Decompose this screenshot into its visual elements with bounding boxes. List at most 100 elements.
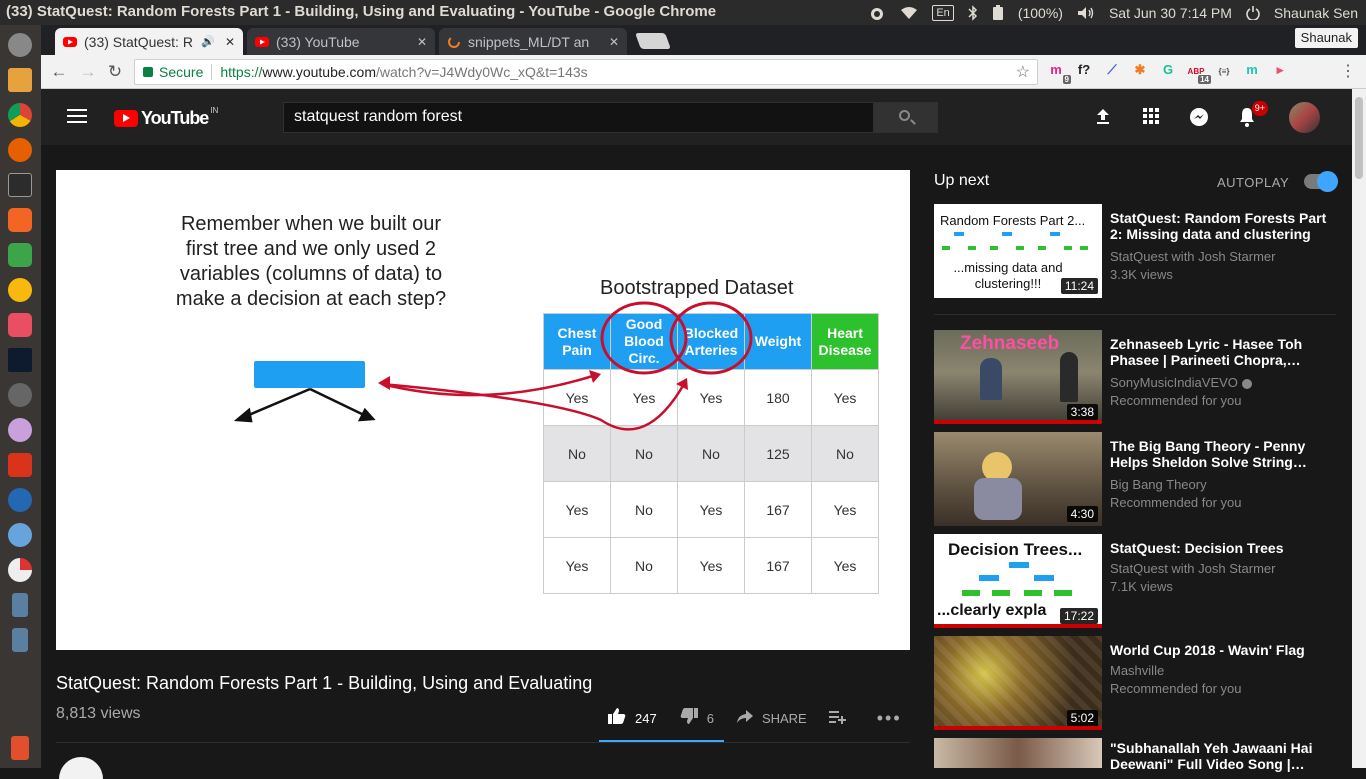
mercury-extension-icon[interactable]: m bbox=[1243, 61, 1261, 79]
software-center-icon[interactable] bbox=[8, 208, 32, 232]
tab-youtube[interactable]: (33) YouTube ✕ bbox=[247, 28, 435, 55]
youtube-play-logo-icon bbox=[114, 110, 138, 127]
scrollbar-thumb[interactable] bbox=[1355, 97, 1363, 179]
profile-button[interactable]: Shaunak bbox=[1294, 28, 1358, 48]
files-icon[interactable] bbox=[8, 68, 32, 92]
webstorm-icon[interactable] bbox=[8, 348, 32, 372]
video-player[interactable]: Remember when we built our first tree an… bbox=[56, 170, 910, 650]
screen-recorder-icon[interactable] bbox=[8, 313, 32, 337]
search-button[interactable] bbox=[874, 102, 938, 133]
new-tab-button[interactable] bbox=[635, 33, 671, 49]
bug-tracker-icon[interactable] bbox=[8, 453, 32, 477]
video-thumbnail[interactable]: Zehnaseeb 3:38 bbox=[934, 330, 1102, 424]
recommended-video[interactable]: "Subhanallah Yeh Jawaani Hai Deewani" Fu… bbox=[934, 738, 1344, 772]
menu-icon[interactable] bbox=[67, 109, 87, 123]
atom-icon[interactable] bbox=[8, 418, 32, 442]
pushbullet-extension-icon[interactable]: ▸ bbox=[1271, 61, 1289, 79]
recommended-video[interactable]: 5:02 World Cup 2018 - Wavin' Flag Mashvi… bbox=[934, 636, 1344, 730]
apps-grid-icon[interactable] bbox=[1140, 107, 1162, 129]
video-thumbnail[interactable] bbox=[934, 738, 1102, 768]
youtube-logo[interactable]: YouTube IN bbox=[114, 106, 218, 129]
more-actions-button[interactable]: ••• bbox=[877, 708, 910, 729]
autoplay-toggle-knob[interactable] bbox=[1317, 171, 1338, 192]
recommended-title[interactable]: "Subhanallah Yeh Jawaani Hai Deewani" Fu… bbox=[1110, 740, 1335, 772]
chrome-icon[interactable] bbox=[8, 103, 32, 127]
tab-statquest[interactable]: (33) StatQuest: R 🔊 ✕ bbox=[55, 28, 243, 55]
adblock-extension-icon[interactable]: ABP 14 bbox=[1187, 61, 1211, 84]
recommended-title[interactable]: StatQuest: Decision Trees bbox=[1110, 540, 1335, 556]
recommended-channel[interactable]: Mashville bbox=[1110, 662, 1164, 680]
video-thumbnail[interactable]: 5:02 bbox=[934, 636, 1102, 730]
cloud-sync-icon[interactable] bbox=[868, 6, 886, 20]
search-input[interactable]: statquest random forest bbox=[283, 102, 874, 133]
recommended-channel[interactable]: StatQuest with Josh Starmer bbox=[1110, 248, 1275, 266]
wifi-icon[interactable] bbox=[900, 6, 918, 20]
tab-snippets[interactable]: snippets_ML/DT an ✕ bbox=[439, 28, 627, 55]
settings-toggle-icon[interactable] bbox=[8, 243, 32, 267]
recommended-title[interactable]: StatQuest: Random Forests Part 2: Missin… bbox=[1110, 210, 1335, 242]
devtools-extension-icon[interactable]: ⟋ bbox=[1103, 61, 1121, 79]
bluetooth-icon[interactable] bbox=[968, 4, 978, 21]
volume-icon[interactable] bbox=[1077, 6, 1095, 20]
chrome-menu-icon[interactable]: ⋮ bbox=[1340, 61, 1356, 81]
forward-arrow-icon[interactable]: → bbox=[78, 62, 98, 82]
upload-icon[interactable] bbox=[1092, 107, 1114, 129]
youtube-wordmark: YouTube bbox=[141, 108, 209, 128]
firefox-icon[interactable] bbox=[8, 138, 32, 162]
video-thumbnail[interactable]: Decision Trees... ...clearly expla 17:22 bbox=[934, 534, 1102, 628]
dash-home-icon[interactable] bbox=[8, 33, 32, 57]
usb-drive-2-icon[interactable] bbox=[12, 628, 28, 652]
account-avatar[interactable] bbox=[1289, 102, 1320, 133]
reload-icon[interactable]: ↻ bbox=[105, 62, 125, 82]
share-label: SHARE bbox=[761, 711, 807, 726]
disk-usage-icon[interactable] bbox=[8, 558, 32, 582]
recommended-video[interactable]: Random Forests Part 2... ...missing data… bbox=[934, 204, 1344, 298]
page-scrollbar[interactable] bbox=[1352, 89, 1366, 768]
recommended-video[interactable]: Decision Trees... ...clearly expla 17:22… bbox=[934, 534, 1344, 628]
recommended-video[interactable]: 4:30 The Big Bang Theory - Penny Helps S… bbox=[934, 432, 1344, 526]
notifications-bell-icon[interactable]: 9+ bbox=[1236, 101, 1268, 129]
weather-icon[interactable] bbox=[8, 523, 32, 547]
database-icon[interactable] bbox=[8, 383, 32, 407]
channel-avatar[interactable] bbox=[59, 757, 103, 779]
tree-root-node bbox=[254, 361, 365, 388]
table-cell: No bbox=[677, 425, 745, 482]
close-tab-icon[interactable]: ✕ bbox=[219, 35, 235, 49]
m-extension-icon[interactable]: m9 bbox=[1047, 61, 1071, 84]
grammarly-extension-icon[interactable]: G bbox=[1159, 61, 1177, 79]
back-arrow-icon[interactable]: ← bbox=[49, 62, 69, 82]
json-extension-icon[interactable]: {≡} bbox=[1215, 61, 1233, 79]
dislike-button[interactable]: 6 bbox=[679, 707, 714, 730]
keyboard-layout-indicator[interactable]: En bbox=[932, 4, 954, 21]
trash-icon[interactable] bbox=[11, 736, 29, 760]
recommended-title[interactable]: The Big Bang Theory - Penny Helps Sheldo… bbox=[1110, 438, 1335, 470]
close-tab-icon[interactable]: ✕ bbox=[603, 35, 619, 49]
r-language-icon[interactable] bbox=[8, 488, 32, 512]
usb-drive-icon[interactable] bbox=[12, 593, 28, 617]
power-icon[interactable] bbox=[1246, 5, 1260, 20]
autoplay-label: AUTOPLAY bbox=[1217, 175, 1290, 190]
recommended-title[interactable]: Zehnaseeb Lyric - Hasee Toh Phasee | Par… bbox=[1110, 336, 1335, 368]
bookmark-star-icon[interactable]: ☆ bbox=[1016, 62, 1030, 82]
messages-icon[interactable] bbox=[1188, 107, 1210, 129]
video-thumbnail[interactable]: Random Forests Part 2... ...missing data… bbox=[934, 204, 1102, 298]
user-name[interactable]: Shaunak Sen bbox=[1274, 5, 1358, 21]
media-player-icon[interactable] bbox=[8, 278, 32, 302]
formula-extension-icon[interactable]: f? bbox=[1075, 61, 1093, 79]
video-thumbnail[interactable]: 4:30 bbox=[934, 432, 1102, 526]
clock[interactable]: Sat Jun 30 7:14 PM bbox=[1109, 5, 1232, 21]
battery-icon[interactable] bbox=[992, 4, 1004, 21]
recommended-video[interactable]: Zehnaseeb 3:38 Zehnaseeb Lyric - Hasee T… bbox=[934, 330, 1344, 424]
share-button[interactable]: SHARE bbox=[736, 708, 807, 729]
audio-playing-icon[interactable]: 🔊 bbox=[201, 35, 215, 48]
terminal-icon[interactable] bbox=[8, 173, 32, 197]
close-tab-icon[interactable]: ✕ bbox=[411, 35, 427, 49]
recommended-channel[interactable]: Big Bang Theory bbox=[1110, 476, 1207, 494]
recommended-title[interactable]: World Cup 2018 - Wavin' Flag bbox=[1110, 642, 1335, 658]
orange-extension-icon[interactable]: ✱ bbox=[1131, 61, 1149, 79]
address-bar[interactable]: Secure https://www.youtube.com/watch?v=J… bbox=[134, 59, 1038, 85]
add-to-playlist-button[interactable] bbox=[828, 708, 855, 729]
like-button[interactable]: 247 bbox=[607, 707, 657, 730]
recommended-channel[interactable]: StatQuest with Josh Starmer bbox=[1110, 560, 1275, 578]
recommended-channel[interactable]: SonyMusicIndiaVEVO bbox=[1110, 374, 1252, 392]
